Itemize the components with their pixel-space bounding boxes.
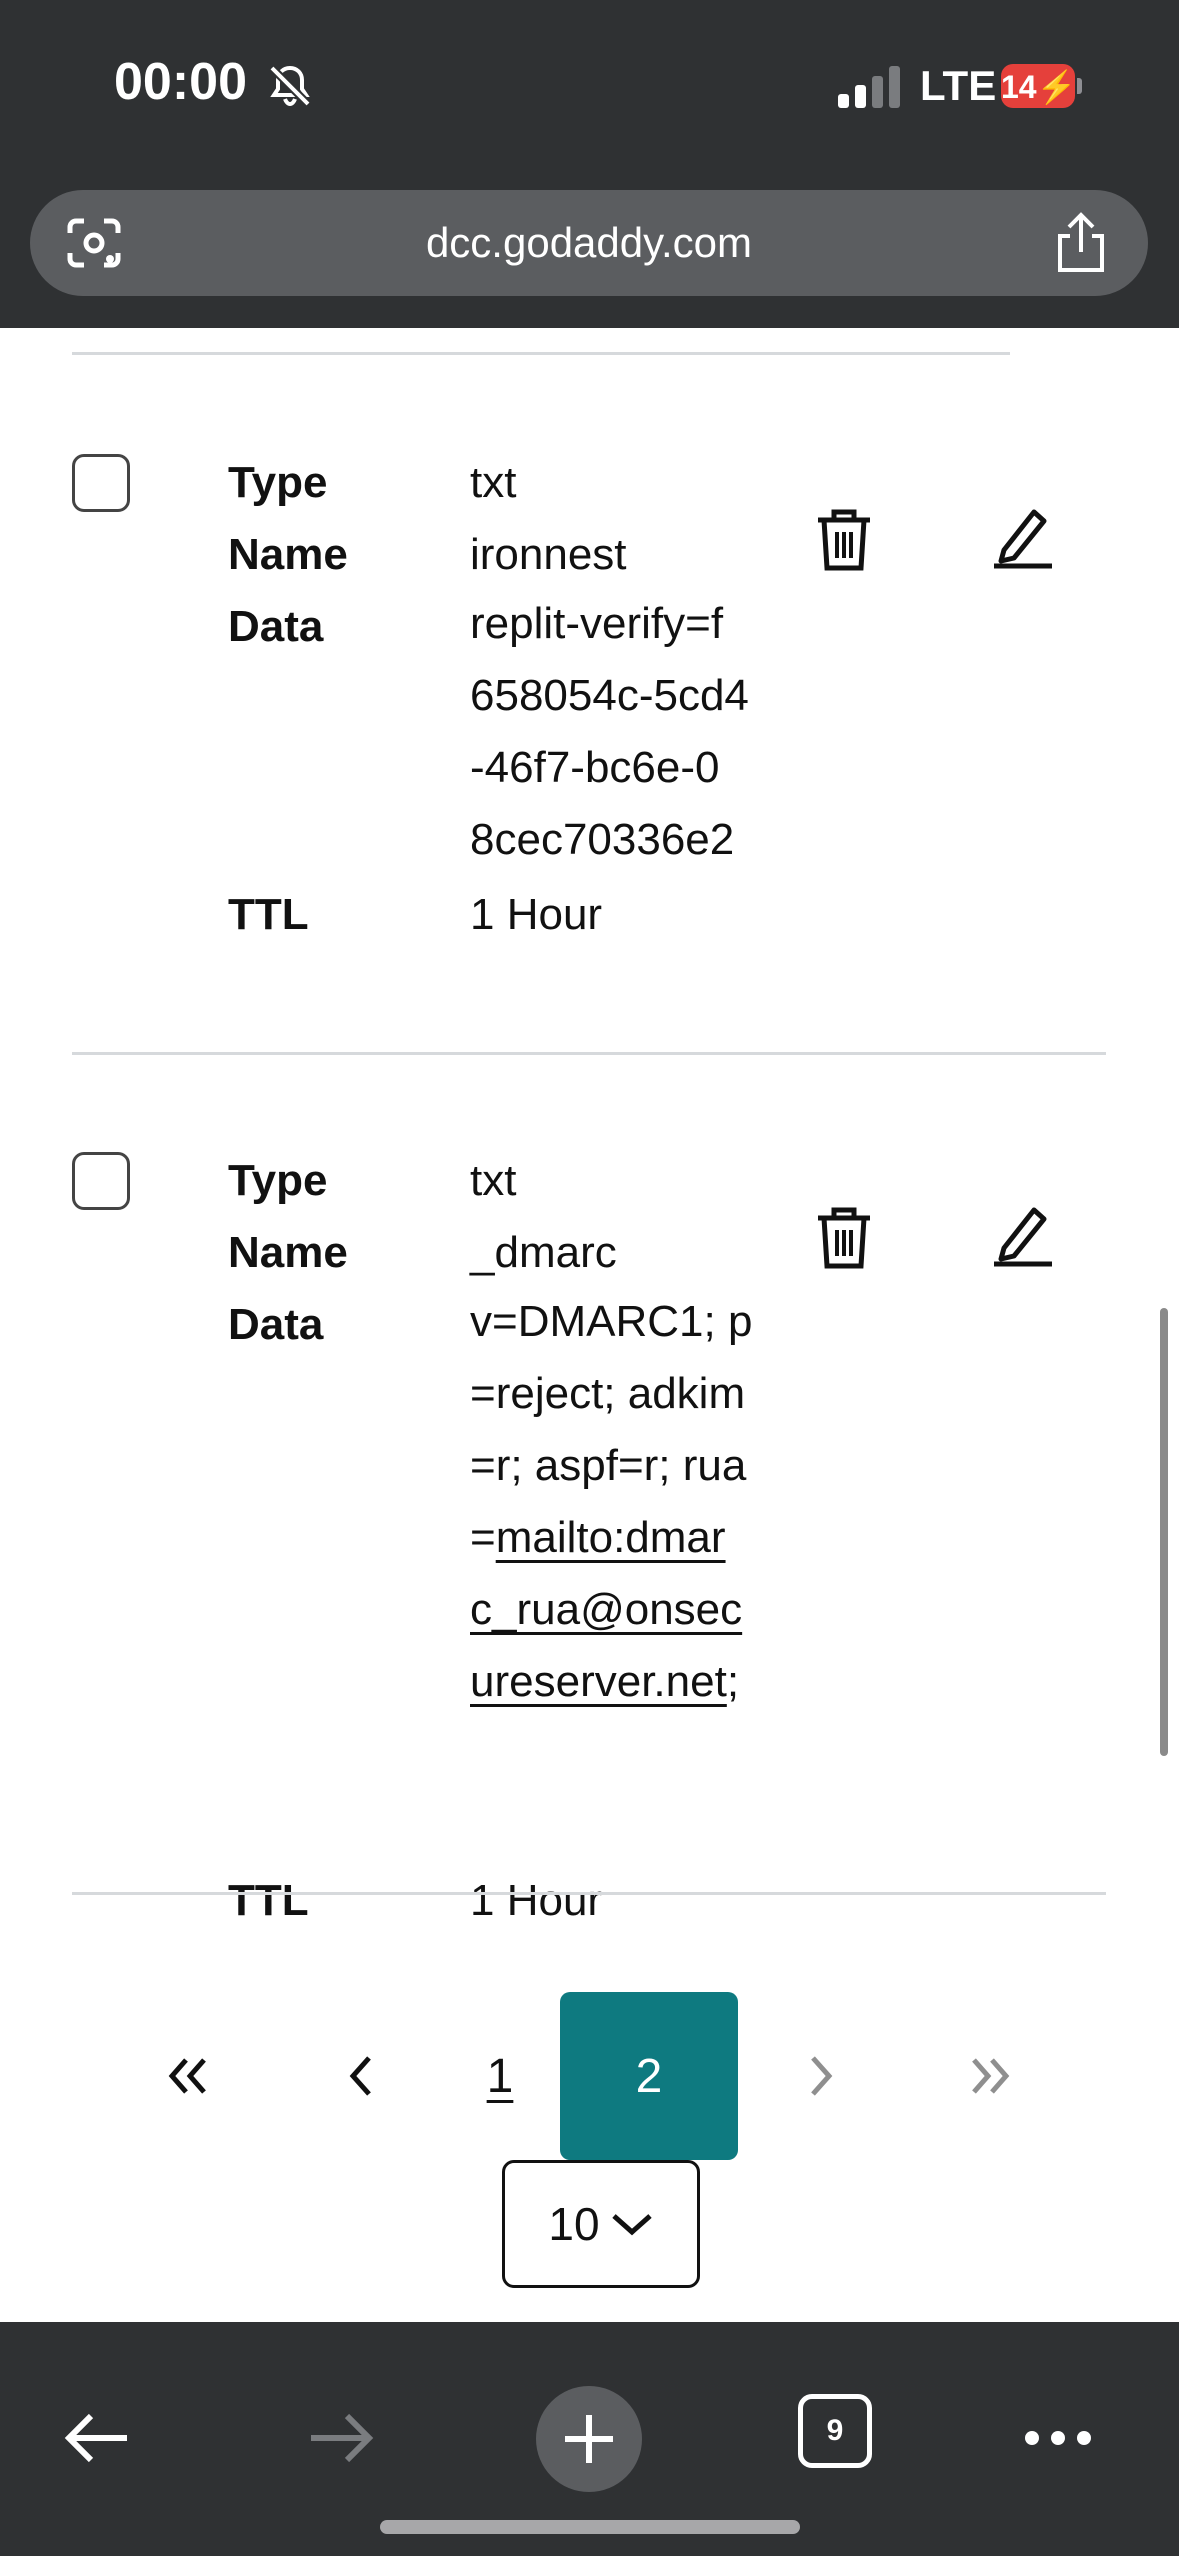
ttl-value: 1 Hour (470, 890, 603, 939)
delete-trash-icon[interactable] (814, 506, 874, 574)
address-bar[interactable]: dcc.godaddy.com (30, 190, 1148, 296)
record-checkbox[interactable] (72, 454, 130, 512)
battery-icon: 14⚡ (1001, 64, 1083, 108)
ttl-value: 1 Hour (470, 1876, 603, 1925)
per-page-value: 10 (548, 2198, 600, 2250)
chevron-right-icon (811, 2056, 833, 2096)
type-value: txt (470, 1156, 517, 1205)
data-label: Data (228, 1300, 324, 1349)
browser-toolbar: 9 (0, 2322, 1179, 2556)
per-page-select[interactable]: 10 (502, 2160, 700, 2288)
data-line: =r; aspf=r; rua (470, 1441, 747, 1490)
row-divider (72, 1052, 1106, 1055)
arrow-right-icon (311, 2413, 374, 2463)
cellular-signal-icon (838, 66, 900, 108)
record-checkbox[interactable] (72, 1152, 130, 1210)
data-line: ; (726, 1657, 740, 1706)
status-time: 00:00 (114, 53, 247, 111)
pagination: 1 2 (0, 1992, 1179, 2162)
type-label: Type (228, 458, 328, 507)
edit-pencil-icon[interactable] (990, 504, 1056, 570)
row-divider (72, 1892, 1106, 1895)
mailto-link[interactable]: c_rua@onsec (470, 1585, 742, 1634)
next-page-button[interactable] (772, 1992, 872, 2160)
ttl-label: TTL (228, 1876, 309, 1925)
back-button[interactable] (54, 2396, 138, 2480)
data-line: =reject; adkim (470, 1369, 746, 1418)
name-value: ironnest (470, 530, 627, 579)
data-line: v=DMARC1; p (470, 1297, 753, 1346)
page-2-button[interactable]: 2 (560, 1992, 738, 2160)
new-tab-button[interactable] (536, 2386, 642, 2492)
more-dots-icon (1025, 2431, 1091, 2445)
more-menu-button[interactable] (1016, 2408, 1100, 2468)
share-icon[interactable] (1052, 212, 1110, 274)
ttl-label: TTL (228, 890, 309, 939)
chevron-down-icon (611, 2214, 652, 2236)
network-type: LTE (920, 62, 997, 109)
row-divider (72, 352, 1010, 355)
current-page-number: 2 (635, 2049, 663, 2103)
data-value: v=DMARC1; p =reject; adkim =r; aspf=r; r… (470, 1286, 800, 1718)
mailto-link[interactable]: mailto:dmar (496, 1513, 726, 1562)
name-label: Name (228, 530, 348, 579)
name-value: _dmarc (470, 1228, 617, 1277)
chevron-left-icon (349, 2056, 371, 2096)
status-bar: 00:00 LTE 14⚡ (0, 0, 1179, 170)
tab-switcher-button[interactable]: 9 (798, 2394, 872, 2468)
delete-trash-icon[interactable] (814, 1204, 874, 1272)
data-line: -46f7-bc6e-0 (470, 743, 720, 792)
url-text: dcc.godaddy.com (425, 219, 753, 266)
bell-muted-icon (269, 65, 311, 107)
page-number: 1 (486, 2049, 514, 2103)
data-value: replit-verify=f 658054c-5cd4 -46f7-bc6e-… (470, 588, 800, 876)
battery-level: 14 (1001, 69, 1037, 105)
last-page-button[interactable] (940, 1992, 1040, 2160)
first-page-button[interactable] (138, 1992, 238, 2160)
double-chevron-left-icon (168, 2058, 206, 2094)
mailto-link[interactable]: ureserver.net (470, 1657, 727, 1706)
prev-page-button[interactable] (310, 1992, 410, 2160)
type-label: Type (228, 1156, 328, 1205)
home-indicator (380, 2520, 800, 2534)
data-line: 658054c-5cd4 (470, 671, 749, 720)
browser-address-area: dcc.godaddy.com (0, 170, 1179, 328)
type-value: txt (470, 458, 517, 507)
plus-icon (565, 2415, 613, 2463)
data-label: Data (228, 602, 324, 651)
data-line: replit-verify=f (470, 599, 724, 648)
tab-count: 9 (826, 2414, 844, 2447)
forward-button[interactable] (300, 2396, 384, 2480)
arrow-left-icon (64, 2413, 127, 2463)
page-scrollbar[interactable] (1160, 1308, 1168, 1756)
page-1-button[interactable]: 1 (450, 1992, 550, 2160)
edit-pencil-icon[interactable] (990, 1202, 1056, 1268)
name-label: Name (228, 1228, 348, 1277)
data-line: = (470, 1513, 496, 1562)
double-chevron-right-icon (972, 2058, 1010, 2094)
data-line: 8cec70336e2 (470, 815, 735, 864)
